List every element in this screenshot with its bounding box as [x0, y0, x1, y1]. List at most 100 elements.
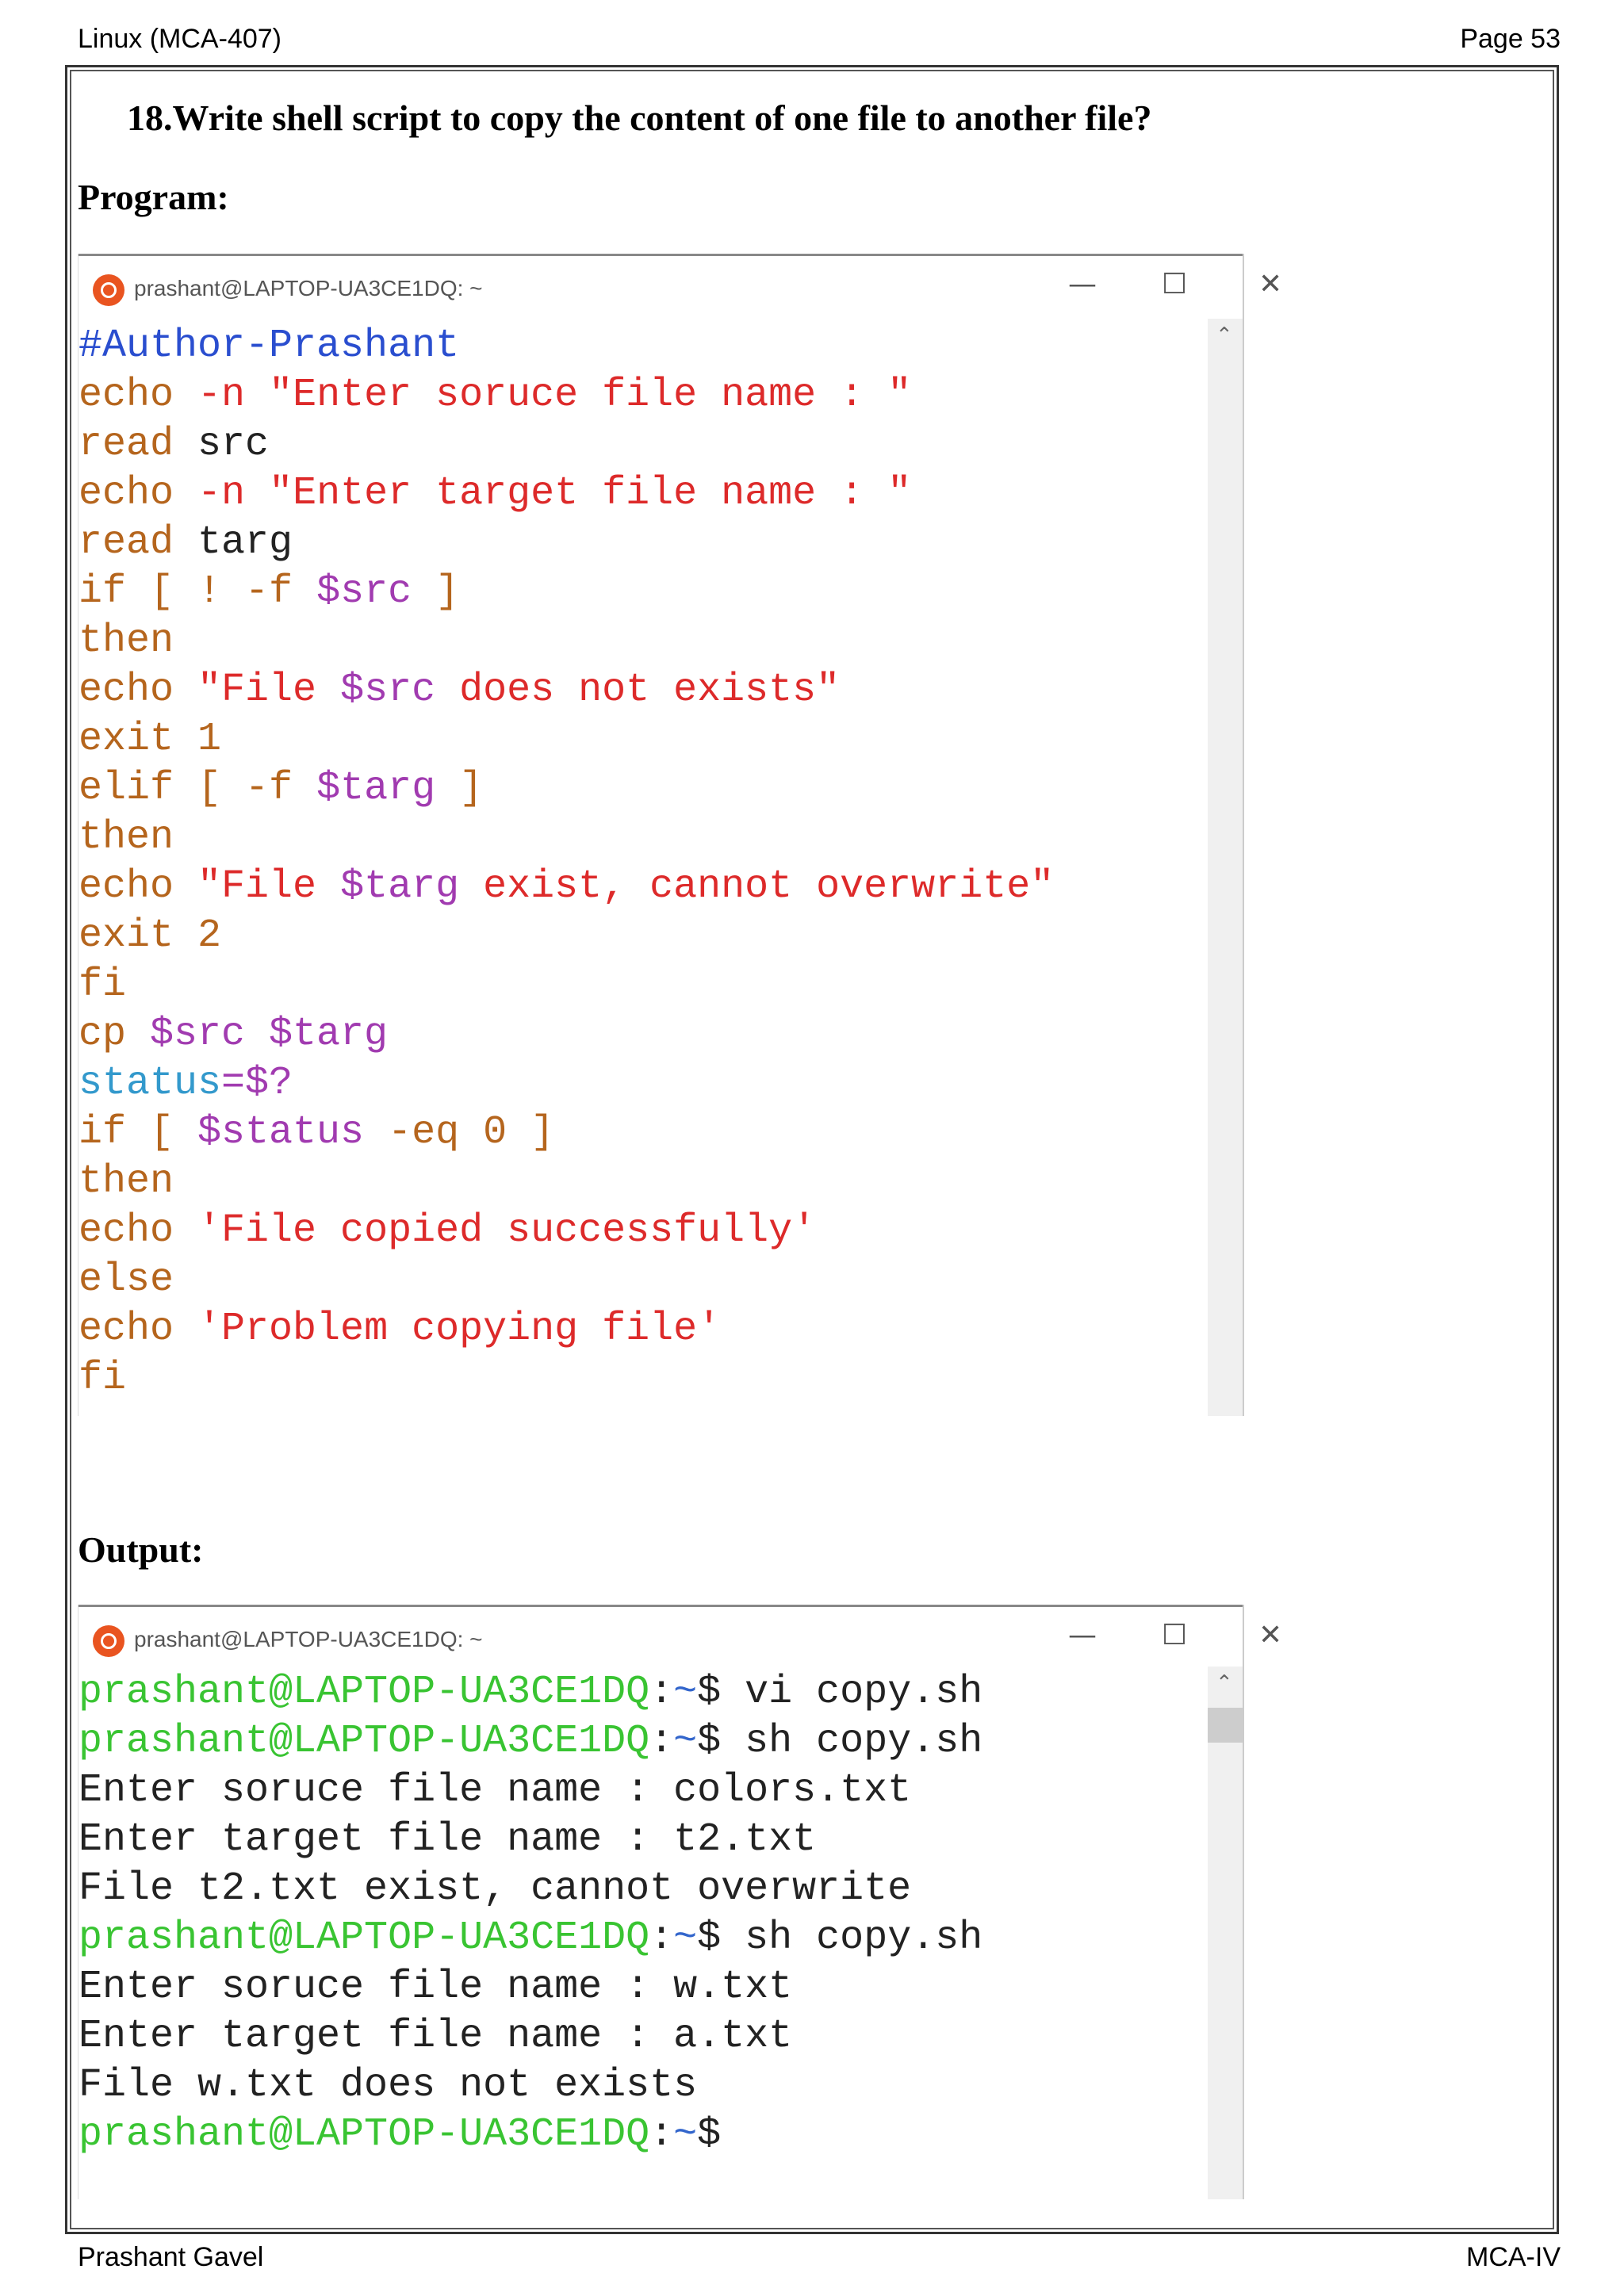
- code-token: 'File copied successfully': [197, 1208, 817, 1253]
- code-line: echo 'Problem copying file': [79, 1305, 1205, 1354]
- terminal-line: prashant@LAPTOP-UA3CE1DQ:~$: [79, 2110, 1205, 2160]
- maximize-button[interactable]: ☐: [1162, 268, 1187, 300]
- code-line: status=$?: [79, 1059, 1205, 1108]
- code-token: if [: [79, 1110, 198, 1155]
- program-scrollbar[interactable]: ⌃: [1208, 319, 1243, 1416]
- code-token: $targ: [316, 766, 436, 811]
- code-token: Enter soruce file name : colors.txt: [79, 1768, 912, 1813]
- code-token: File t2.txt exist, cannot overwrite: [79, 1866, 912, 1911]
- close-button[interactable]: ✕: [1258, 268, 1282, 300]
- window-titlebar[interactable]: prashant@LAPTOP-UA3CE1DQ: ~ — ☐ ✕: [79, 257, 1282, 319]
- code-token: prashant@LAPTOP-UA3CE1DQ: [79, 1915, 650, 1961]
- code-token: echo: [79, 1208, 198, 1253]
- footer-class: MCA-IV: [1466, 2242, 1561, 2272]
- code-line: echo 'File copied successfully': [79, 1207, 1205, 1256]
- code-token: $ vi copy.sh: [697, 1670, 983, 1715]
- output-terminal-window: prashant@LAPTOP-UA3CE1DQ: ~ — ☐ ✕ prasha…: [78, 1605, 1282, 2199]
- output-label: Output:: [78, 1529, 204, 1570]
- ubuntu-icon: [93, 1625, 124, 1657]
- code-token: echo: [79, 471, 174, 516]
- code-token: $status: [197, 1110, 365, 1155]
- code-token: $ sh copy.sh: [697, 1915, 983, 1961]
- code-token: then: [79, 618, 174, 664]
- code-token: $src: [340, 668, 436, 713]
- code-token: echo: [79, 373, 174, 418]
- code-token: elif [ -f: [79, 766, 317, 811]
- header-page-number: Page 53: [1460, 24, 1561, 54]
- code-token: ]: [412, 569, 460, 614]
- code-token: status: [79, 1061, 222, 1106]
- code-token: :: [649, 1670, 674, 1715]
- code-token: ~: [673, 2112, 698, 2157]
- window-top-edge: [79, 1605, 1243, 1607]
- terminal-line: Enter target file name : t2.txt: [79, 1816, 1205, 1865]
- terminal-line: File w.txt does not exists: [79, 2061, 1205, 2110]
- close-button[interactable]: ✕: [1258, 1619, 1282, 1651]
- minimize-button[interactable]: —: [1068, 1619, 1097, 1651]
- terminal-line: Enter target file name : a.txt: [79, 2012, 1205, 2061]
- program-label: Program:: [78, 177, 229, 217]
- scroll-up-icon[interactable]: ⌃: [1216, 1671, 1233, 1695]
- code-token: Enter soruce file name : w.txt: [79, 1965, 793, 2010]
- code-token: if [ ! -f: [79, 569, 317, 614]
- minimize-button[interactable]: —: [1068, 268, 1097, 300]
- footer-author: Prashant Gavel: [78, 2242, 264, 2272]
- code-token: exit 1: [79, 717, 222, 762]
- code-token: Enter target file name : t2.txt: [79, 1817, 817, 1862]
- code-line: exit 2: [79, 912, 1205, 961]
- code-token: "Enter target file name : ": [269, 471, 912, 516]
- code-line: fi: [79, 961, 1205, 1010]
- code-token: then: [79, 1159, 174, 1204]
- code-line: cp $src $targ: [79, 1010, 1205, 1059]
- window-titlebar[interactable]: prashant@LAPTOP-UA3CE1DQ: ~ — ☐ ✕: [79, 1608, 1282, 1670]
- terminal-line: Enter soruce file name : colors.txt: [79, 1766, 1205, 1816]
- code-line: if [ $status -eq 0 ]: [79, 1108, 1205, 1158]
- window-top-edge: [79, 254, 1243, 256]
- code-token: File w.txt does not exists: [79, 2063, 698, 2108]
- window-title: prashant@LAPTOP-UA3CE1DQ: ~: [134, 1627, 483, 1651]
- code-token: Enter target file name : a.txt: [79, 2014, 793, 2059]
- code-token: ]: [435, 766, 484, 811]
- code-token: else: [79, 1257, 174, 1303]
- maximize-button[interactable]: ☐: [1162, 1619, 1187, 1651]
- code-token: does not exists": [435, 668, 841, 713]
- code-token: -eq 0 ]: [364, 1110, 555, 1155]
- terminal-line: prashant@LAPTOP-UA3CE1DQ:~$ sh copy.sh: [79, 1914, 1205, 1963]
- code-token: -n: [174, 471, 270, 516]
- code-token: 'Problem copying file': [197, 1307, 722, 1352]
- code-token: "Enter soruce file name : ": [269, 373, 912, 418]
- code-token: $: [697, 2112, 722, 2157]
- code-token: ~: [673, 1915, 698, 1961]
- code-line: if [ ! -f $src ]: [79, 568, 1205, 617]
- code-line: elif [ -f $targ ]: [79, 764, 1205, 813]
- code-token: echo: [79, 668, 198, 713]
- code-line: then: [79, 1158, 1205, 1207]
- code-token: prashant@LAPTOP-UA3CE1DQ: [79, 2112, 650, 2157]
- program-code: #Author-Prashant echo -n "Enter soruce fi…: [79, 322, 1205, 1403]
- code-line: fi: [79, 1354, 1205, 1403]
- code-line: echo -n "Enter soruce file name : ": [79, 371, 1205, 420]
- code-token: prashant@LAPTOP-UA3CE1DQ: [79, 1719, 650, 1764]
- code-token: echo: [79, 1307, 198, 1352]
- code-line: echo "File $src does not exists": [79, 666, 1205, 715]
- terminal-line: Enter soruce file name : w.txt: [79, 1963, 1205, 2012]
- code-token: exit 2: [79, 913, 222, 959]
- code-token: $targ: [340, 864, 460, 909]
- code-token: $src $targ: [150, 1012, 389, 1057]
- output-scrollbar[interactable]: ⌃: [1208, 1667, 1243, 2199]
- code-token: fi: [79, 962, 127, 1008]
- code-token: =$?: [221, 1061, 293, 1106]
- code-line: echo "File $targ exist, cannot overwrite…: [79, 863, 1205, 912]
- terminal-line: prashant@LAPTOP-UA3CE1DQ:~$ vi copy.sh: [79, 1668, 1205, 1717]
- ubuntu-icon: [93, 274, 124, 306]
- code-line: then: [79, 617, 1205, 666]
- code-token: :: [649, 1915, 674, 1961]
- question-title: 18.Write shell script to copy the conten…: [127, 98, 1152, 138]
- scrollbar-thumb[interactable]: [1208, 1708, 1243, 1743]
- program-terminal-window: prashant@LAPTOP-UA3CE1DQ: ~ — ☐ ✕ #Autho…: [78, 254, 1282, 1416]
- code-token: echo: [79, 864, 198, 909]
- code-token: read: [79, 520, 174, 565]
- code-line: #Author-Prashant: [79, 322, 1205, 371]
- code-token: ~: [673, 1719, 698, 1764]
- scroll-up-icon[interactable]: ⌃: [1216, 323, 1233, 347]
